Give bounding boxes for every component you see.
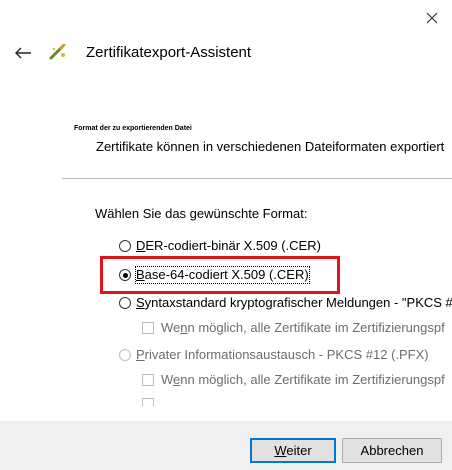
radio-button-disabled[interactable] bbox=[119, 349, 131, 361]
wizard-title: Zertifikatexport-Assistent bbox=[86, 44, 252, 61]
radio-pfx[interactable]: Privater Informationsaustausch - PKCS #1… bbox=[119, 347, 429, 363]
radio-der-label: DER-codiert-binär X.509 (.CER) bbox=[136, 238, 321, 253]
close-icon bbox=[426, 12, 438, 24]
radio-pkcs7[interactable]: Syntaxstandard kryptografischer Meldunge… bbox=[119, 295, 452, 311]
divider bbox=[62, 178, 452, 179]
section-heading: Format der zu exportierenden Datei bbox=[74, 125, 192, 132]
radio-button[interactable] bbox=[119, 297, 131, 309]
checkbox[interactable] bbox=[142, 374, 154, 386]
format-prompt: Wählen Sie das gewünschte Format: bbox=[95, 206, 308, 221]
checkbox-include-all-label: Wenn möglich, alle Zertifikate im Zertif… bbox=[161, 372, 445, 387]
cancel-button[interactable]: Abbrechen bbox=[342, 438, 442, 463]
close-button[interactable] bbox=[420, 6, 444, 30]
checkbox-include-all-1[interactable]: Wenn möglich, alle Zertifikate im Zertif… bbox=[142, 320, 445, 336]
radio-pfx-label: Privater Informationsaustausch - PKCS #1… bbox=[136, 347, 429, 362]
next-button[interactable]: Weiter bbox=[250, 438, 336, 463]
back-button[interactable] bbox=[12, 44, 34, 62]
checkbox-include-all-label: Wenn möglich, alle Zertifikate im Zertif… bbox=[161, 320, 445, 335]
checkbox[interactable] bbox=[142, 398, 154, 406]
radio-button[interactable] bbox=[119, 240, 131, 252]
radio-der-binary[interactable]: DER-codiert-binär X.509 (.CER) bbox=[119, 238, 321, 254]
radio-pkcs7-label: Syntaxstandard kryptografischer Meldunge… bbox=[136, 295, 452, 310]
highlight-annotation bbox=[100, 256, 340, 294]
checkbox-include-all-2[interactable]: Wenn möglich, alle Zertifikate im Zertif… bbox=[142, 372, 445, 388]
section-description: Zertifikate können in verschiedenen Date… bbox=[96, 139, 445, 154]
checkbox[interactable] bbox=[142, 322, 154, 334]
checkbox-partial[interactable] bbox=[142, 398, 161, 406]
certificate-wizard-icon bbox=[48, 43, 68, 62]
back-arrow-icon bbox=[15, 47, 31, 59]
